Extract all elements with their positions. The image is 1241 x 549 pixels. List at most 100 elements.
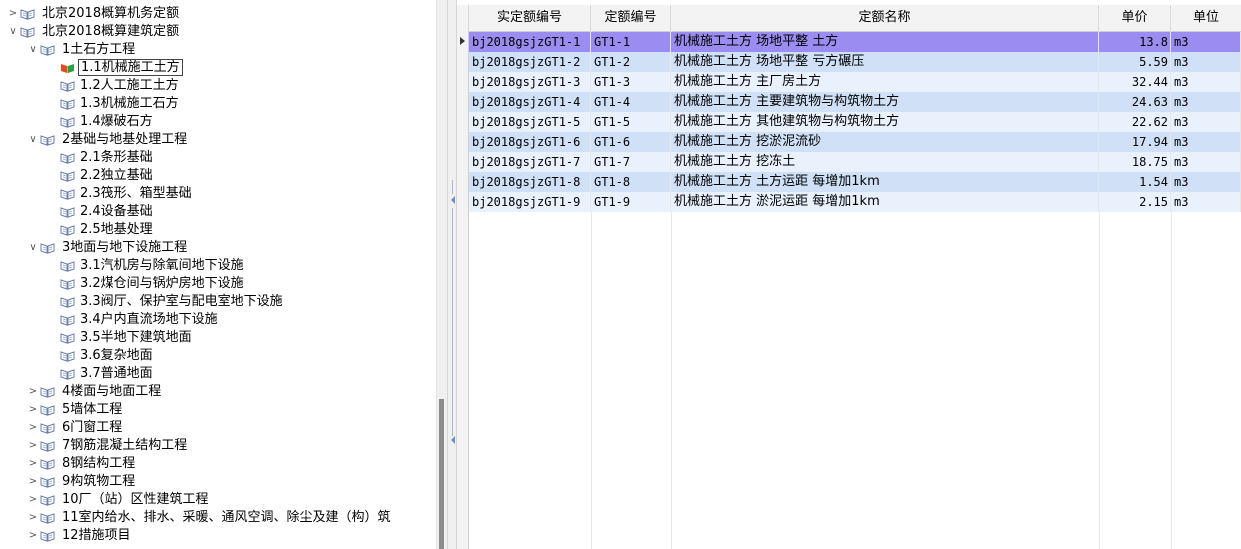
tree-node[interactable]: 3.4户内直流场地下设施 bbox=[0, 311, 436, 329]
expand-chevron-icon[interactable]: > bbox=[28, 401, 38, 419]
tree-node[interactable]: ∨ 北京2018概算建筑定额 bbox=[0, 23, 436, 41]
panel-splitter[interactable] bbox=[447, 0, 457, 549]
cell-price[interactable]: 5.59 bbox=[1099, 52, 1171, 72]
cell-unit[interactable]: m3 bbox=[1171, 92, 1241, 112]
cell-unit[interactable]: m3 bbox=[1171, 172, 1241, 192]
tree-node[interactable]: >9构筑物工程 bbox=[0, 473, 436, 491]
tree-node[interactable]: > 北京2018概算机务定额 bbox=[0, 5, 436, 23]
expand-chevron-icon[interactable]: > bbox=[28, 509, 38, 527]
tree-node[interactable]: 3.6复杂地面 bbox=[0, 347, 436, 365]
expand-chevron-icon[interactable]: > bbox=[28, 491, 38, 509]
cell-price[interactable]: 24.63 bbox=[1099, 92, 1171, 112]
cell-full-code[interactable]: bj2018gsjzGT1-8 bbox=[469, 172, 591, 192]
table-row[interactable]: bj2018gsjzGT1-3 GT1-3 机械施工土方 主厂房土方 32.44 m3 bbox=[469, 72, 1241, 92]
tree-node[interactable]: 3.1汽机房与除氧间地下设施 bbox=[0, 257, 436, 275]
tree-node[interactable]: 2.2独立基础 bbox=[0, 167, 436, 185]
tree-node[interactable]: ∨ 1土石方工程 bbox=[0, 41, 436, 59]
tree-node[interactable]: >7钢筋混凝土结构工程 bbox=[0, 437, 436, 455]
cell-code[interactable]: GT1-3 bbox=[591, 72, 671, 92]
cell-name[interactable]: 机械施工土方 主厂房土方 bbox=[671, 72, 1099, 92]
cell-unit[interactable]: m3 bbox=[1171, 32, 1241, 52]
cell-price[interactable]: 32.44 bbox=[1099, 72, 1171, 92]
cell-price[interactable]: 2.15 bbox=[1099, 192, 1171, 212]
cell-unit[interactable]: m3 bbox=[1171, 132, 1241, 152]
cell-unit[interactable]: m3 bbox=[1171, 112, 1241, 132]
collapse-chevron-icon[interactable]: ∨ bbox=[28, 41, 38, 59]
expand-chevron-icon[interactable]: > bbox=[28, 383, 38, 401]
tree-node[interactable]: 2.5地基处理 bbox=[0, 221, 436, 239]
table-row[interactable]: bj2018gsjzGT1-1 GT1-1 机械施工土方 场地平整 土方 13.8 m3 bbox=[469, 32, 1241, 52]
tree-node[interactable]: 2.1条形基础 bbox=[0, 149, 436, 167]
cell-full-code[interactable]: bj2018gsjzGT1-5 bbox=[469, 112, 591, 132]
header-price[interactable]: 单价 bbox=[1099, 5, 1171, 31]
table-row[interactable]: bj2018gsjzGT1-9 GT1-9 机械施工土方 淤泥运距 每增加1km 2.… bbox=[469, 192, 1241, 212]
cell-price[interactable]: 22.62 bbox=[1099, 112, 1171, 132]
cell-name[interactable]: 机械施工土方 场地平整 土方 bbox=[671, 32, 1099, 52]
cell-full-code[interactable]: bj2018gsjzGT1-2 bbox=[469, 52, 591, 72]
header-full-code[interactable]: 实定额编号 bbox=[469, 5, 591, 31]
tree-node[interactable]: 1.1机械施工土方 bbox=[0, 59, 436, 77]
cell-unit[interactable]: m3 bbox=[1171, 72, 1241, 92]
cell-code[interactable]: GT1-6 bbox=[591, 132, 671, 152]
table-row[interactable]: bj2018gsjzGT1-5 GT1-5 机械施工土方 其他建筑物与构筑物土方 22… bbox=[469, 112, 1241, 132]
cell-full-code[interactable]: bj2018gsjzGT1-4 bbox=[469, 92, 591, 112]
expand-chevron-icon[interactable]: > bbox=[28, 437, 38, 455]
splitter-collapse-arrow-icon[interactable] bbox=[451, 196, 455, 204]
tree-node[interactable]: 1.2人工施工土方 bbox=[0, 77, 436, 95]
cell-code[interactable]: GT1-1 bbox=[591, 32, 671, 52]
tree-node[interactable]: >5墙体工程 bbox=[0, 401, 436, 419]
expand-chevron-icon[interactable]: > bbox=[8, 5, 18, 23]
expand-chevron-icon[interactable]: > bbox=[28, 419, 38, 437]
quota-grid[interactable]: 实定额编号 定额编号 定额名称 单价 单位 bj2018gsjzGT1-1 GT1… bbox=[457, 0, 1241, 549]
tree-vertical-scrollbar[interactable] bbox=[436, 0, 447, 549]
expand-chevron-icon[interactable]: > bbox=[28, 473, 38, 491]
table-row[interactable]: bj2018gsjzGT1-4 GT1-4 机械施工土方 主要建筑物与构筑物土方 24… bbox=[469, 92, 1241, 112]
tree-node[interactable]: >10厂（站）区性建筑工程 bbox=[0, 491, 436, 509]
header-code[interactable]: 定额编号 bbox=[591, 5, 671, 31]
tree-node[interactable]: >4楼面与地面工程 bbox=[0, 383, 436, 401]
cell-unit[interactable]: m3 bbox=[1171, 52, 1241, 72]
table-row[interactable]: bj2018gsjzGT1-7 GT1-7 机械施工土方 挖冻土 18.75 m3 bbox=[469, 152, 1241, 172]
cell-full-code[interactable]: bj2018gsjzGT1-9 bbox=[469, 192, 591, 212]
tree-node[interactable]: ∨ 3地面与地下设施工程 bbox=[0, 239, 436, 257]
tree-node[interactable]: >12措施项目 bbox=[0, 527, 436, 545]
cell-unit[interactable]: m3 bbox=[1171, 192, 1241, 212]
tree-node[interactable]: ∨ 2基础与地基处理工程 bbox=[0, 131, 436, 149]
header-unit[interactable]: 单位 bbox=[1171, 5, 1241, 31]
cell-code[interactable]: GT1-5 bbox=[591, 112, 671, 132]
collapse-chevron-icon[interactable]: ∨ bbox=[28, 239, 38, 257]
header-name[interactable]: 定额名称 bbox=[671, 5, 1099, 31]
table-row[interactable]: bj2018gsjzGT1-8 GT1-8 机械施工土方 土方运距 每增加1km 1.… bbox=[469, 172, 1241, 192]
cell-code[interactable]: GT1-7 bbox=[591, 152, 671, 172]
tree-scrollbar-thumb[interactable] bbox=[439, 399, 444, 549]
category-tree[interactable]: > 北京2018概算机务定额 ∨ 北京2018概算建筑定额 ∨ 1土石方工程 1.1机械施工… bbox=[0, 0, 447, 549]
tree-node[interactable]: 1.4爆破石方 bbox=[0, 113, 436, 131]
cell-name[interactable]: 机械施工土方 主要建筑物与构筑物土方 bbox=[671, 92, 1099, 112]
table-row[interactable]: bj2018gsjzGT1-6 GT1-6 机械施工土方 挖淤泥流砂 17.94 m3 bbox=[469, 132, 1241, 152]
tree-node[interactable]: 3.3阀厅、保护室与配电室地下设施 bbox=[0, 293, 436, 311]
collapse-chevron-icon[interactable]: ∨ bbox=[8, 23, 18, 41]
cell-name[interactable]: 机械施工土方 场地平整 亏方碾压 bbox=[671, 52, 1099, 72]
tree-node[interactable]: >6门窗工程 bbox=[0, 419, 436, 437]
cell-name[interactable]: 机械施工土方 挖冻土 bbox=[671, 152, 1099, 172]
cell-code[interactable]: GT1-9 bbox=[591, 192, 671, 212]
cell-price[interactable]: 18.75 bbox=[1099, 152, 1171, 172]
cell-name[interactable]: 机械施工土方 土方运距 每增加1km bbox=[671, 172, 1099, 192]
splitter-collapse-arrow-icon[interactable] bbox=[451, 436, 455, 444]
cell-full-code[interactable]: bj2018gsjzGT1-6 bbox=[469, 132, 591, 152]
collapse-chevron-icon[interactable]: ∨ bbox=[28, 131, 38, 149]
cell-name[interactable]: 机械施工土方 挖淤泥流砂 bbox=[671, 132, 1099, 152]
tree-node[interactable]: >8钢结构工程 bbox=[0, 455, 436, 473]
cell-code[interactable]: GT1-8 bbox=[591, 172, 671, 192]
tree-node[interactable]: 3.7普通地面 bbox=[0, 365, 436, 383]
cell-code[interactable]: GT1-4 bbox=[591, 92, 671, 112]
cell-name[interactable]: 机械施工土方 淤泥运距 每增加1km bbox=[671, 192, 1099, 212]
cell-full-code[interactable]: bj2018gsjzGT1-7 bbox=[469, 152, 591, 172]
tree-node[interactable]: 2.4设备基础 bbox=[0, 203, 436, 221]
expand-chevron-icon[interactable]: > bbox=[28, 527, 38, 545]
expand-chevron-icon[interactable]: > bbox=[28, 455, 38, 473]
table-row[interactable]: bj2018gsjzGT1-2 GT1-2 机械施工土方 场地平整 亏方碾压 5.59… bbox=[469, 52, 1241, 72]
cell-code[interactable]: GT1-2 bbox=[591, 52, 671, 72]
tree-node[interactable]: 3.5半地下建筑地面 bbox=[0, 329, 436, 347]
cell-unit[interactable]: m3 bbox=[1171, 152, 1241, 172]
